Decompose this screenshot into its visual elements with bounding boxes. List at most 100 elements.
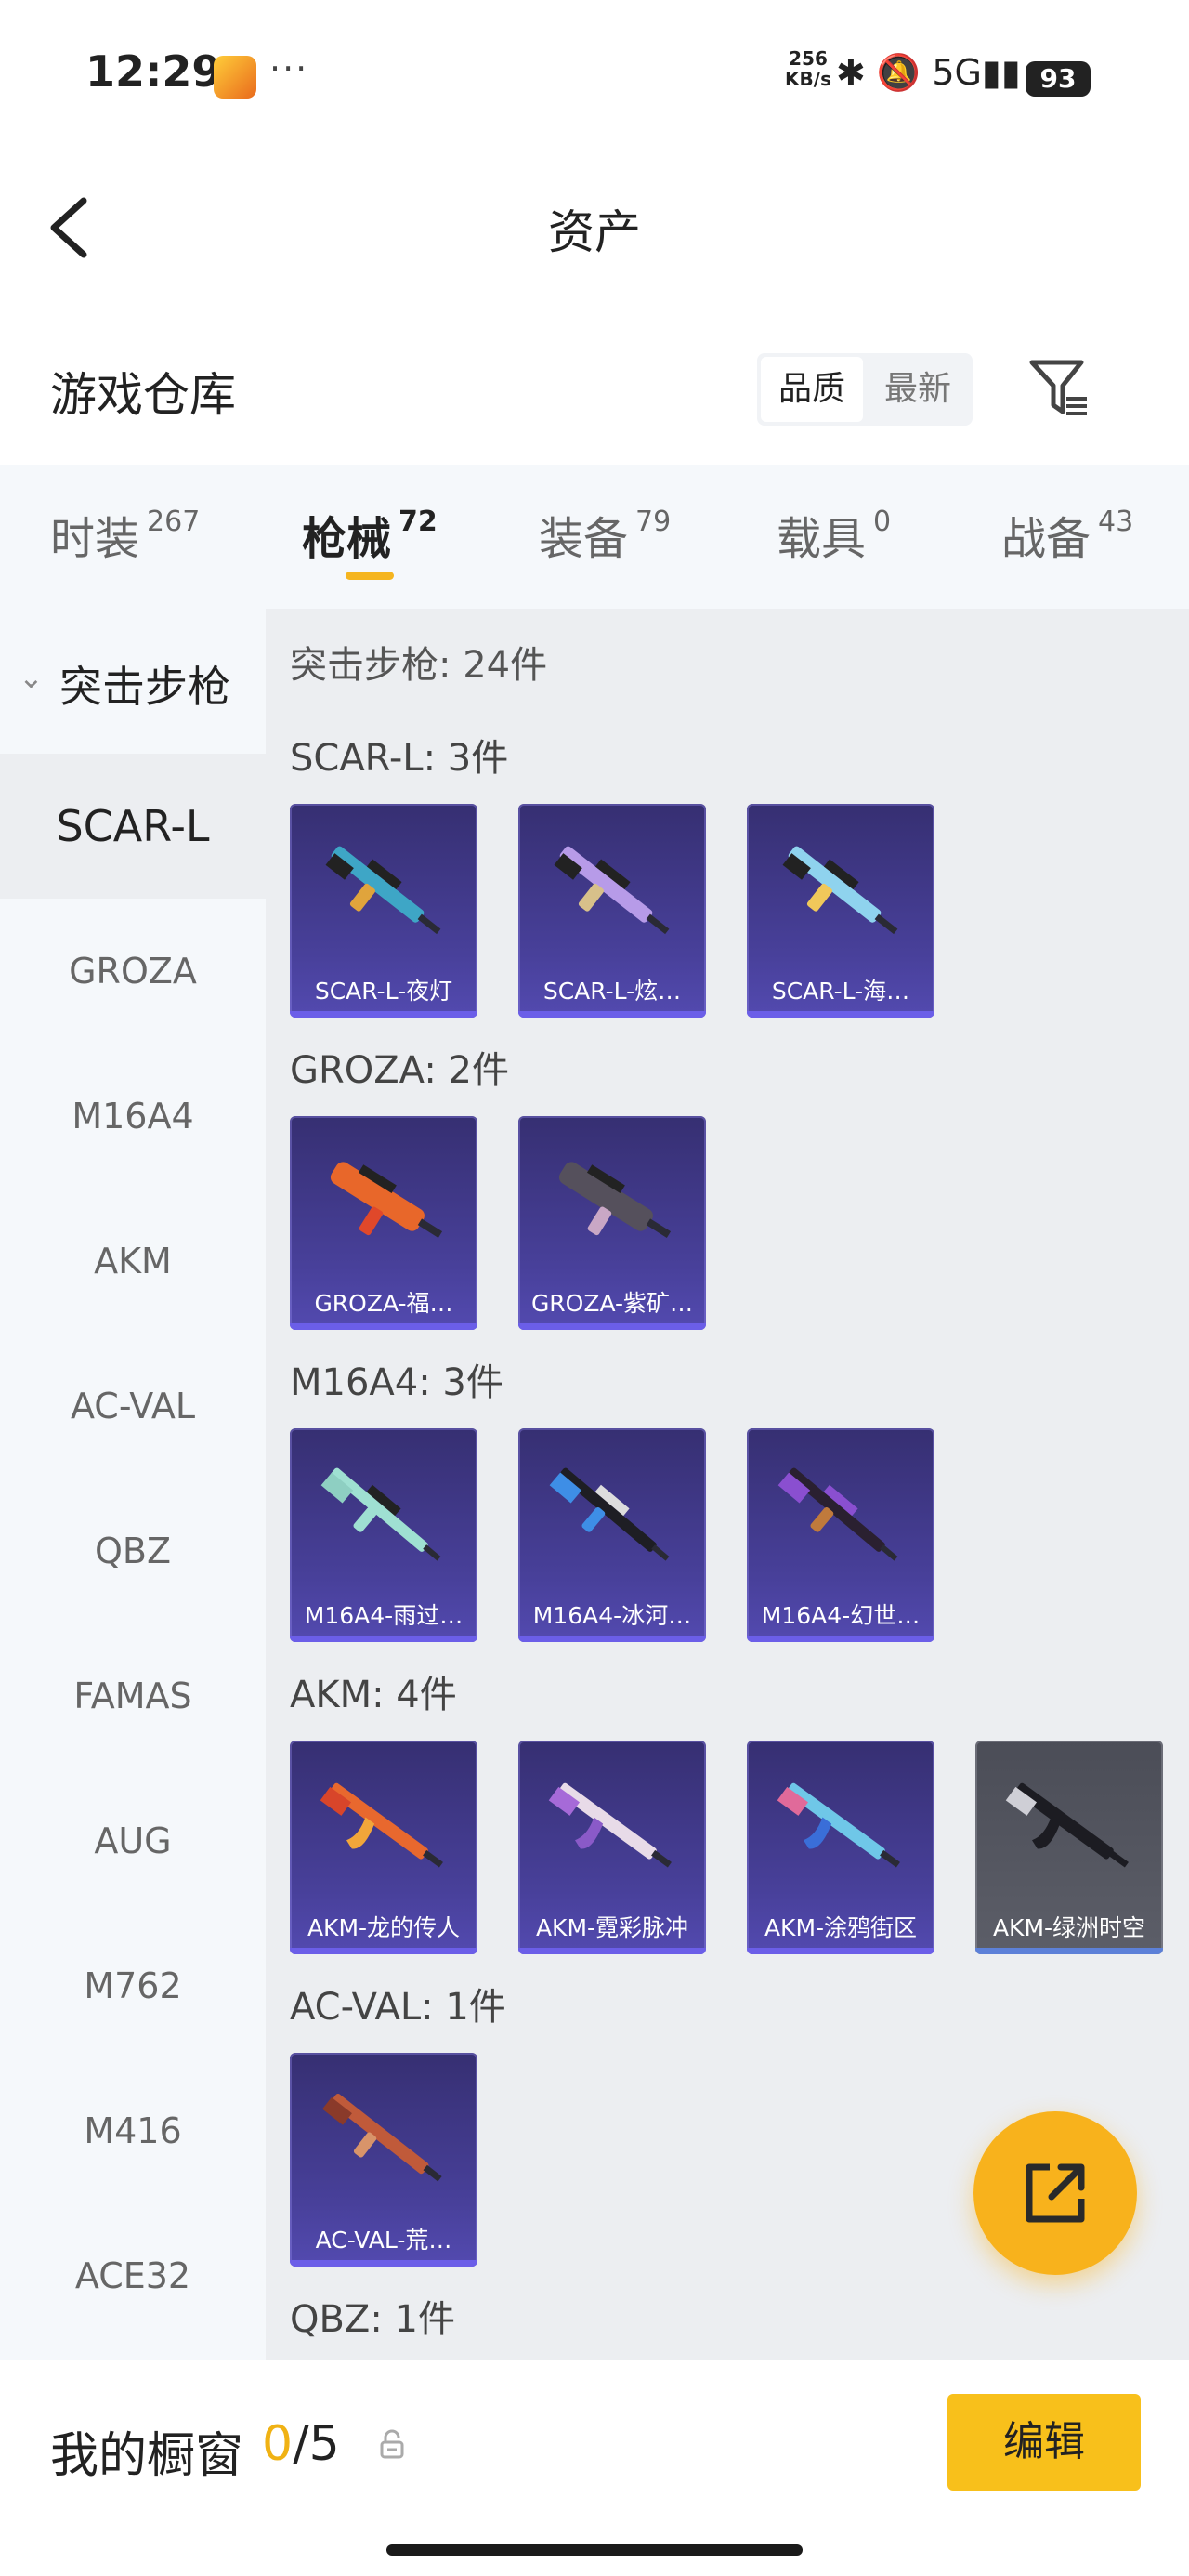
chevron-down-icon: ⌄ xyxy=(19,660,44,695)
group-title: AKM: 4件 xyxy=(290,1674,457,1716)
rarity-bar xyxy=(290,1636,477,1642)
rarity-bar xyxy=(290,1323,477,1330)
group-title: M16A4: 3件 xyxy=(290,1361,503,1404)
weapon-name: AC-VAL-荒… xyxy=(315,2227,452,2254)
rifle-icon xyxy=(782,846,898,935)
rarity-bar xyxy=(290,1011,477,1018)
weapon-name: GROZA-紫矿… xyxy=(530,1290,694,1317)
sidebar-item-m16a4[interactable]: M16A4 xyxy=(0,1044,266,1189)
weapon-card[interactable]: M16A4-幻世… xyxy=(747,1428,934,1642)
rarity-bar xyxy=(290,1948,477,1954)
weapon-card[interactable]: M16A4-冰河… xyxy=(518,1428,706,1642)
group-title: GROZA: 2件 xyxy=(290,1049,509,1092)
share-button[interactable] xyxy=(973,2111,1137,2275)
weapon-name: AKM-涂鸦街区 xyxy=(764,1914,918,1941)
sidebar-item-famas[interactable]: FAMAS xyxy=(0,1623,266,1768)
network-speed-unit: KB/s xyxy=(785,68,831,90)
rifle-icon xyxy=(330,1162,443,1238)
sidebar-item-ac-val[interactable]: AC-VAL xyxy=(0,1334,266,1479)
weapon-list: 突击步枪: 24件 SCAR-L: 3件 SCAR-L-夜灯 SCAR-L-炫…… xyxy=(266,609,1189,2360)
tab-count: 72 xyxy=(399,506,438,538)
tab-count: 43 xyxy=(1098,506,1134,538)
sidebar-item-scar-l[interactable]: SCAR-L xyxy=(0,754,266,899)
weapon-card[interactable]: M16A4-雨过… xyxy=(290,1428,477,1642)
tab-vehicles[interactable]: 载具 0 xyxy=(777,502,891,567)
network-speed-value: 256 xyxy=(789,47,828,70)
tab-count: 267 xyxy=(147,506,201,538)
filter-icon[interactable] xyxy=(1029,358,1089,419)
battery-indicator: 93 xyxy=(1026,61,1091,97)
weapon-card[interactable]: AKM-霓彩脉冲 xyxy=(518,1741,706,1954)
weapon-card[interactable]: SCAR-L-夜灯 xyxy=(290,804,477,1018)
rifle-icon xyxy=(777,1782,900,1868)
rarity-bar xyxy=(747,1948,934,1954)
home-indicator[interactable] xyxy=(386,2544,803,2556)
rifle-icon xyxy=(1005,1782,1129,1868)
lock-icon xyxy=(380,2429,404,2459)
tab-label: 装备 xyxy=(539,513,629,565)
weapon-card[interactable]: SCAR-L-海… xyxy=(747,804,934,1018)
rarity-bar xyxy=(518,1948,706,1954)
more-notifications-icon: ··· xyxy=(269,48,309,89)
sidebar-item-groza[interactable]: GROZA xyxy=(0,899,266,1044)
page-title: 资产 xyxy=(548,205,641,259)
app-notification-icon xyxy=(214,56,256,99)
tab-label: 战备 xyxy=(1001,513,1091,565)
sort-toggle: 品质 最新 xyxy=(757,353,973,426)
tab-label: 载具 xyxy=(777,513,867,565)
weapon-name: SCAR-L-夜灯 xyxy=(314,978,453,1005)
rifle-icon xyxy=(549,1467,670,1561)
weapon-name: AKM-绿洲时空 xyxy=(992,1914,1146,1941)
sort-newest-button[interactable]: 最新 xyxy=(867,357,969,422)
rarity-bar xyxy=(518,1323,706,1330)
showcase-current: 0 xyxy=(262,2416,294,2472)
category-total: 突击步枪: 24件 xyxy=(290,644,548,687)
weapon-card[interactable]: AKM-龙的传人 xyxy=(290,1741,477,1954)
sidebar-item-akm[interactable]: AKM xyxy=(0,1189,266,1334)
sidebar-item-qbz[interactable]: QBZ xyxy=(0,1479,266,1623)
weapon-card[interactable]: AKM-绿洲时空 xyxy=(975,1741,1163,1954)
sidebar-item-ace32[interactable]: ACE32 xyxy=(0,2203,266,2348)
sidebar-group-label: 突击步枪 xyxy=(59,662,230,712)
rifle-icon xyxy=(548,1782,672,1868)
weapon-card[interactable]: AKM-涂鸦街区 xyxy=(747,1741,934,1954)
active-tab-indicator xyxy=(346,572,394,580)
rarity-bar xyxy=(518,1636,706,1642)
status-icons: ✱ 🔕 5G▮▮ xyxy=(836,52,1021,93)
sidebar-group-assault-rifles[interactable]: ⌄ 突击步枪 xyxy=(0,609,266,753)
showcase-count: 0/5 xyxy=(262,2416,340,2472)
weapon-card[interactable]: AC-VAL-荒… xyxy=(290,2053,477,2267)
tab-count: 79 xyxy=(635,506,672,538)
tab-label: 枪械 xyxy=(302,513,392,565)
tab-count: 0 xyxy=(873,506,892,538)
tab-weapons[interactable]: 枪械 72 xyxy=(302,502,438,567)
weapon-card[interactable]: GROZA-福… xyxy=(290,1116,477,1330)
showcase-total: /5 xyxy=(293,2416,340,2472)
showcase-label: 我的橱窗 xyxy=(50,2428,244,2484)
group-title: SCAR-L: 3件 xyxy=(290,737,509,780)
sort-quality-button[interactable]: 品质 xyxy=(761,357,863,422)
sidebar-item-m762[interactable]: M762 xyxy=(0,1913,266,2058)
weapon-name: SCAR-L-炫… xyxy=(542,978,682,1005)
weapon-card[interactable]: SCAR-L-炫… xyxy=(518,804,706,1018)
rifle-icon xyxy=(320,1467,441,1561)
rarity-bar xyxy=(747,1011,934,1018)
rifle-icon xyxy=(777,1467,898,1561)
weapon-card[interactable]: GROZA-紫矿… xyxy=(518,1116,706,1330)
sidebar-item-aug[interactable]: AUG xyxy=(0,1768,266,1913)
sidebar-item-m416[interactable]: M416 xyxy=(0,2058,266,2203)
rifle-icon xyxy=(325,846,441,935)
weapon-name: M16A4-冰河… xyxy=(532,1602,692,1629)
tab-fashion[interactable]: 时装 267 xyxy=(50,502,200,567)
rarity-bar xyxy=(518,1011,706,1018)
weapon-name: SCAR-L-海… xyxy=(771,978,910,1005)
rarity-bar xyxy=(290,2260,477,2267)
weapon-name: GROZA-福… xyxy=(314,1290,453,1317)
weapon-name: M16A4-幻世… xyxy=(761,1602,921,1629)
edit-button[interactable]: 编辑 xyxy=(947,2394,1141,2491)
rifle-icon xyxy=(322,2094,442,2182)
tab-equipment[interactable]: 装备 79 xyxy=(539,502,671,567)
rifle-icon xyxy=(320,1782,443,1868)
tab-supplies[interactable]: 战备 43 xyxy=(1001,502,1133,567)
weapon-type-sidebar: ⌄ 突击步枪 SCAR-L GROZA M16A4 AKM AC-VAL QBZ… xyxy=(0,609,266,2360)
